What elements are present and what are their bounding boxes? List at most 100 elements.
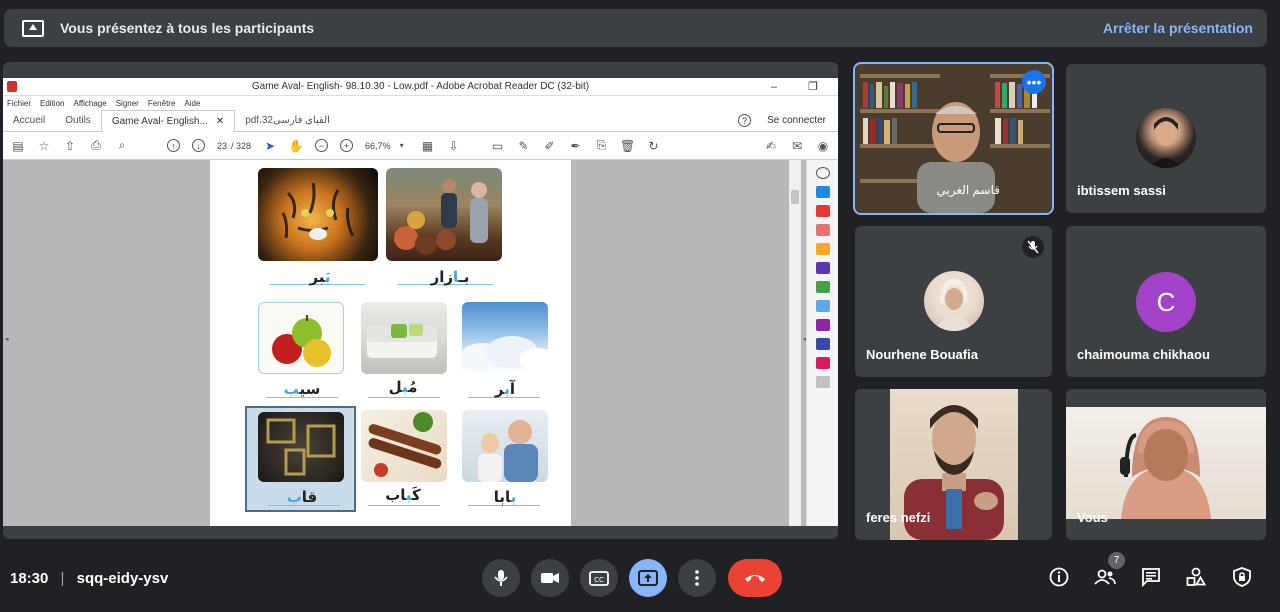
participant-tile[interactable]: Nourhene Bouafia xyxy=(855,226,1052,377)
combine-files-icon[interactable] xyxy=(815,262,830,274)
tab-document-active[interactable]: Game Aval- English... ✕ xyxy=(100,109,236,132)
mail-icon[interactable]: ✉ xyxy=(790,139,804,153)
meeting-controls-bar: 18:30 | sqq-eidy-ysv CC 7 xyxy=(0,545,1280,612)
document-viewer[interactable]: بَبر بـازار سیب مُبل آبر قاب کَباب بابا … xyxy=(3,160,838,526)
tab-home[interactable]: Accueil xyxy=(3,110,55,132)
self-video xyxy=(1066,407,1266,519)
participant-tile[interactable]: C chaimouma chikhaou xyxy=(1066,226,1266,377)
stamp-icon[interactable]: ⎘ xyxy=(595,138,609,153)
create-pdf-icon[interactable] xyxy=(815,205,830,217)
edit-pdf-icon[interactable] xyxy=(815,224,830,236)
camera-button[interactable] xyxy=(531,559,569,597)
hand-tool-icon[interactable]: ✋ xyxy=(289,139,304,153)
zoom-level[interactable]: 66,7% xyxy=(365,141,391,151)
word-sib: سیب xyxy=(283,380,321,398)
protect-icon[interactable] xyxy=(815,338,830,350)
participant-name: قاسم الغربي xyxy=(936,183,1000,197)
zoom-tool-icon[interactable] xyxy=(815,167,830,179)
help-icon[interactable]: ? xyxy=(738,114,752,127)
more-vert-icon xyxy=(695,570,699,586)
menu-item[interactable]: Fichier xyxy=(7,99,31,108)
delete-icon[interactable]: 🗑 xyxy=(620,139,635,153)
participant-tile[interactable]: ibtissem sassi xyxy=(1066,64,1266,213)
host-controls-button[interactable] xyxy=(1230,565,1254,589)
sign-icon[interactable]: ✒ xyxy=(569,139,583,153)
scroll-mode-icon[interactable]: ⇩ xyxy=(447,139,461,153)
more-options-button[interactable] xyxy=(678,559,716,597)
captions-icon: CC xyxy=(589,570,609,586)
highlight-icon[interactable]: ✎ xyxy=(517,139,531,153)
participant-name: Nourhene Bouafia xyxy=(866,347,978,362)
sign-in-link[interactable]: Se connecter xyxy=(767,115,826,126)
captions-button[interactable]: CC xyxy=(580,559,618,597)
redact-icon[interactable] xyxy=(815,357,830,369)
apples-image xyxy=(258,302,344,374)
vertical-scrollbar[interactable] xyxy=(789,160,801,526)
menu-item[interactable]: Aide xyxy=(184,99,200,108)
father-child-image xyxy=(462,410,548,482)
select-cursor-icon[interactable]: ➤ xyxy=(263,139,277,153)
left-collapse-icon[interactable]: ◂ xyxy=(5,335,9,343)
tab-document-2[interactable]: pdf.32القبای فارسی xyxy=(235,110,340,132)
menu-item[interactable]: Signer xyxy=(116,99,139,108)
comment-tool-icon[interactable] xyxy=(815,243,830,255)
stop-presenting-button[interactable]: Arrêter la présentation xyxy=(1103,20,1253,36)
fill-sign-tool-icon[interactable] xyxy=(815,319,830,331)
comment-icon[interactable]: ▭ xyxy=(491,139,505,153)
meeting-info: 18:30 | sqq-eidy-ysv xyxy=(10,570,168,587)
meeting-code: sqq-eidy-ysv xyxy=(76,570,169,587)
more-options-icon[interactable]: ••• xyxy=(1022,70,1046,94)
participant-tile[interactable]: ••• قاسم الغربي xyxy=(853,62,1054,215)
organize-pages-icon[interactable] xyxy=(815,281,830,293)
microphone-button[interactable] xyxy=(482,559,520,597)
meeting-details-button[interactable] xyxy=(1047,565,1071,589)
account-icon[interactable]: ◉ xyxy=(816,139,830,153)
word-ghab: قاب xyxy=(286,488,318,506)
chevron-down-icon[interactable]: ▾ xyxy=(395,139,409,153)
activities-button[interactable] xyxy=(1184,565,1208,589)
menu-item[interactable]: Fenêtre xyxy=(148,99,176,108)
zoom-out-icon[interactable]: − xyxy=(315,139,329,152)
draw-icon[interactable]: ✐ xyxy=(543,139,557,153)
search-icon[interactable]: ⌕ xyxy=(115,138,129,153)
participant-tile[interactable]: Vous xyxy=(1066,389,1266,540)
more-tools-icon[interactable] xyxy=(815,376,830,388)
word-underline xyxy=(368,505,440,506)
export-pdf-icon[interactable] xyxy=(815,186,830,198)
present-screen-icon xyxy=(22,19,44,37)
participant-name: feres nefzi xyxy=(866,510,931,525)
menu-item[interactable]: Affichage xyxy=(73,99,106,108)
clock-time: 18:30 xyxy=(10,570,49,587)
close-tab-icon[interactable]: ✕ xyxy=(216,116,224,127)
page-number-field[interactable]: 23 xyxy=(217,141,227,151)
tools-rail xyxy=(806,160,838,526)
tab-tools[interactable]: Outils xyxy=(55,110,101,132)
participant-name: Vous xyxy=(1077,510,1108,525)
scan-ocr-icon[interactable] xyxy=(815,300,830,312)
people-count-badge: 7 xyxy=(1108,552,1125,569)
fill-sign-icon[interactable]: ✍ xyxy=(764,139,778,153)
word-mobl: مُبل xyxy=(388,378,418,396)
rotate-icon[interactable]: ↻ xyxy=(647,139,661,153)
chat-button[interactable] xyxy=(1139,565,1163,589)
zoom-in-icon[interactable]: + xyxy=(340,139,354,152)
acrobat-toolbar: ▤ ☆ ⇧ ⎙ ⌕ ↑ ↓ 23 / 328 ➤ ✋ − + 66,7% ▾ ▦… xyxy=(3,132,838,160)
participant-tile[interactable]: feres nefzi xyxy=(855,389,1052,540)
avatar: C xyxy=(1136,272,1196,332)
avatar xyxy=(924,271,984,331)
word-abr: آبر xyxy=(494,380,516,398)
present-now-button[interactable] xyxy=(629,559,667,597)
chat-icon xyxy=(1142,568,1160,587)
menu-item[interactable]: Edition xyxy=(40,99,64,108)
leave-call-button[interactable] xyxy=(728,559,782,597)
save-icon[interactable]: ▤ xyxy=(11,139,25,153)
next-page-icon[interactable]: ↓ xyxy=(192,139,205,152)
page-total: / 328 xyxy=(231,140,252,151)
prev-page-icon[interactable]: ↑ xyxy=(167,139,180,152)
window-controls[interactable]: – ❐ xyxy=(771,80,832,93)
print-icon[interactable]: ⎙ xyxy=(89,138,103,153)
page-layout-icon[interactable]: ▦ xyxy=(421,139,435,153)
star-icon[interactable]: ☆ xyxy=(37,139,51,153)
upload-icon[interactable]: ⇧ xyxy=(63,139,77,153)
tiger-image xyxy=(258,168,378,261)
